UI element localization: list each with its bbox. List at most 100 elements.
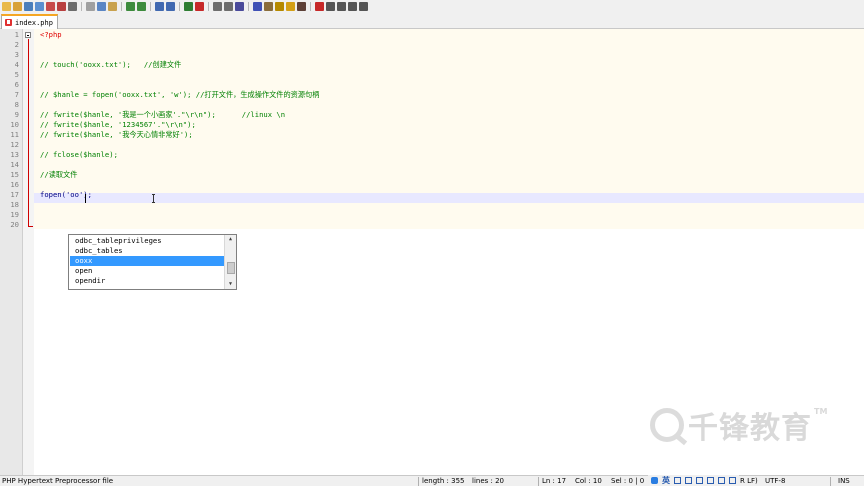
status-mode: INS [838,477,850,485]
play-multi-icon[interactable] [348,1,357,11]
watermark-text: 千锋教育 [688,411,812,446]
save-icon[interactable] [24,1,33,11]
autocomplete-item[interactable]: ooxx [70,256,225,266]
ime-toolbar[interactable]: 英 [648,475,739,486]
code-text: <?php [40,30,62,39]
toolbar-separator [310,1,311,11]
line-number: 17 [10,190,19,199]
find-icon[interactable] [155,1,164,11]
qianfeng-logo-icon [650,408,684,442]
sync-v-icon[interactable] [213,1,222,11]
line-number: 10 [10,120,19,129]
ime-paw-icon[interactable] [651,477,658,484]
new-file-icon[interactable] [2,1,11,11]
code-line: 17 fopen('oo'); [0,190,864,200]
toolbar-separator [150,1,151,11]
ime-keyboard-icon[interactable] [696,477,703,484]
tab-index-php[interactable]: index.php [1,14,58,29]
cut-icon[interactable] [86,1,95,11]
autocomplete-popup[interactable]: odbc_tableprivileges odbc_tables ooxx open o… [68,234,237,290]
ime-skin-icon[interactable] [718,477,725,484]
code-line: 20 [0,220,864,230]
status-divider [538,477,539,486]
toolbar [0,0,864,12]
wrap-icon[interactable] [235,1,244,11]
ime-language[interactable]: 英 [662,475,670,486]
replace-icon[interactable] [166,1,175,11]
save-macro-icon[interactable] [359,1,368,11]
ime-user-icon[interactable] [707,477,714,484]
zoom-in-icon[interactable] [184,1,193,11]
autocomplete-item[interactable]: open [70,266,225,276]
play-icon[interactable] [337,1,346,11]
folder-icon[interactable] [286,1,295,11]
line-number: 6 [14,80,19,89]
copy-icon[interactable] [97,1,106,11]
line-number: 8 [14,100,19,109]
code-text: // touch('ooxx.txt'); //创建文件 [40,60,182,69]
monitor-icon[interactable] [297,1,306,11]
autocomplete-item[interactable]: opendir [70,276,225,286]
redo-icon[interactable] [137,1,146,11]
line-number: 18 [10,200,19,209]
watermark: 千锋教育 TM [650,405,828,446]
line-number: 19 [10,210,19,219]
zoom-out-icon[interactable] [195,1,204,11]
all-chars-icon[interactable] [253,1,262,11]
line-number: 3 [14,50,19,59]
line-number: 20 [10,220,19,229]
code-line: 15 //读取文件 [0,170,864,180]
code-line: 10 // fwrite($hanle, '1234567'."\r\n"); [0,120,864,130]
code-line: 14 [0,160,864,170]
open-icon[interactable] [13,1,22,11]
ibeam-cursor-icon [152,194,155,203]
status-lines: lines : 20 [472,477,504,485]
code-line: 11 // fwrite($hanle, '我今天心情非常好'); [0,130,864,140]
code-line: 13 // fclose($hanle); [0,150,864,160]
record-icon[interactable] [315,1,324,11]
undo-icon[interactable] [126,1,135,11]
status-col: Col : 10 [575,477,602,485]
code-text: // $hanle = fopen('ooxx.txt', 'w'); //打开… [40,90,320,99]
indent-guide-icon[interactable] [264,1,273,11]
toolbar-separator [248,1,249,11]
line-number: 1 [14,30,19,39]
line-number: 11 [10,130,19,139]
autocomplete-item[interactable]: odbc_tableprivileges [70,236,225,246]
save-all-icon[interactable] [35,1,44,11]
autocomplete-item[interactable]: odbc_tables [70,246,225,256]
stop-icon[interactable] [326,1,335,11]
scroll-thumb[interactable] [227,262,235,274]
autocomplete-scrollbar[interactable]: ▲ ▼ [224,235,236,289]
ime-menu-icon[interactable] [729,477,736,484]
sync-h-icon[interactable] [224,1,233,11]
code-line: 9 // fwrite($hanle, '我是一个小画家'."\r\n"); //… [0,110,864,120]
scroll-up-icon[interactable]: ▲ [225,235,236,244]
code-line: 2 [0,40,864,50]
paste-icon[interactable] [108,1,117,11]
status-ln: Ln : 17 [542,477,567,485]
code-text: // fwrite($hanle, '我今天心情非常好'); [40,130,193,139]
trademark-mark: TM [814,407,828,416]
ime-punct-icon[interactable] [674,477,681,484]
scroll-down-icon[interactable]: ▼ [225,280,236,289]
line-number: 5 [14,70,19,79]
close-icon[interactable] [46,1,55,11]
toolbar-separator [179,1,180,11]
code-line: 4 // touch('ooxx.txt'); //创建文件 [0,60,864,70]
line-number: 15 [10,170,19,179]
lang-icon[interactable] [275,1,284,11]
status-divider [830,477,831,486]
ime-mic-icon[interactable] [685,477,692,484]
close-all-icon[interactable] [57,1,66,11]
toolbar-separator [208,1,209,11]
code-text: // fwrite($hanle, '我是一个小画家'."\r\n"); //l… [40,110,286,119]
line-number: 14 [10,160,19,169]
code-text: // fwrite($hanle, '1234567'."\r\n"); [40,120,196,129]
status-encoding: UTF-8 [765,477,786,485]
status-divider [418,477,419,486]
print-icon[interactable] [68,1,77,11]
code-line: 5 [0,70,864,80]
unsaved-file-icon [5,19,12,26]
code-line: 8 [0,100,864,110]
